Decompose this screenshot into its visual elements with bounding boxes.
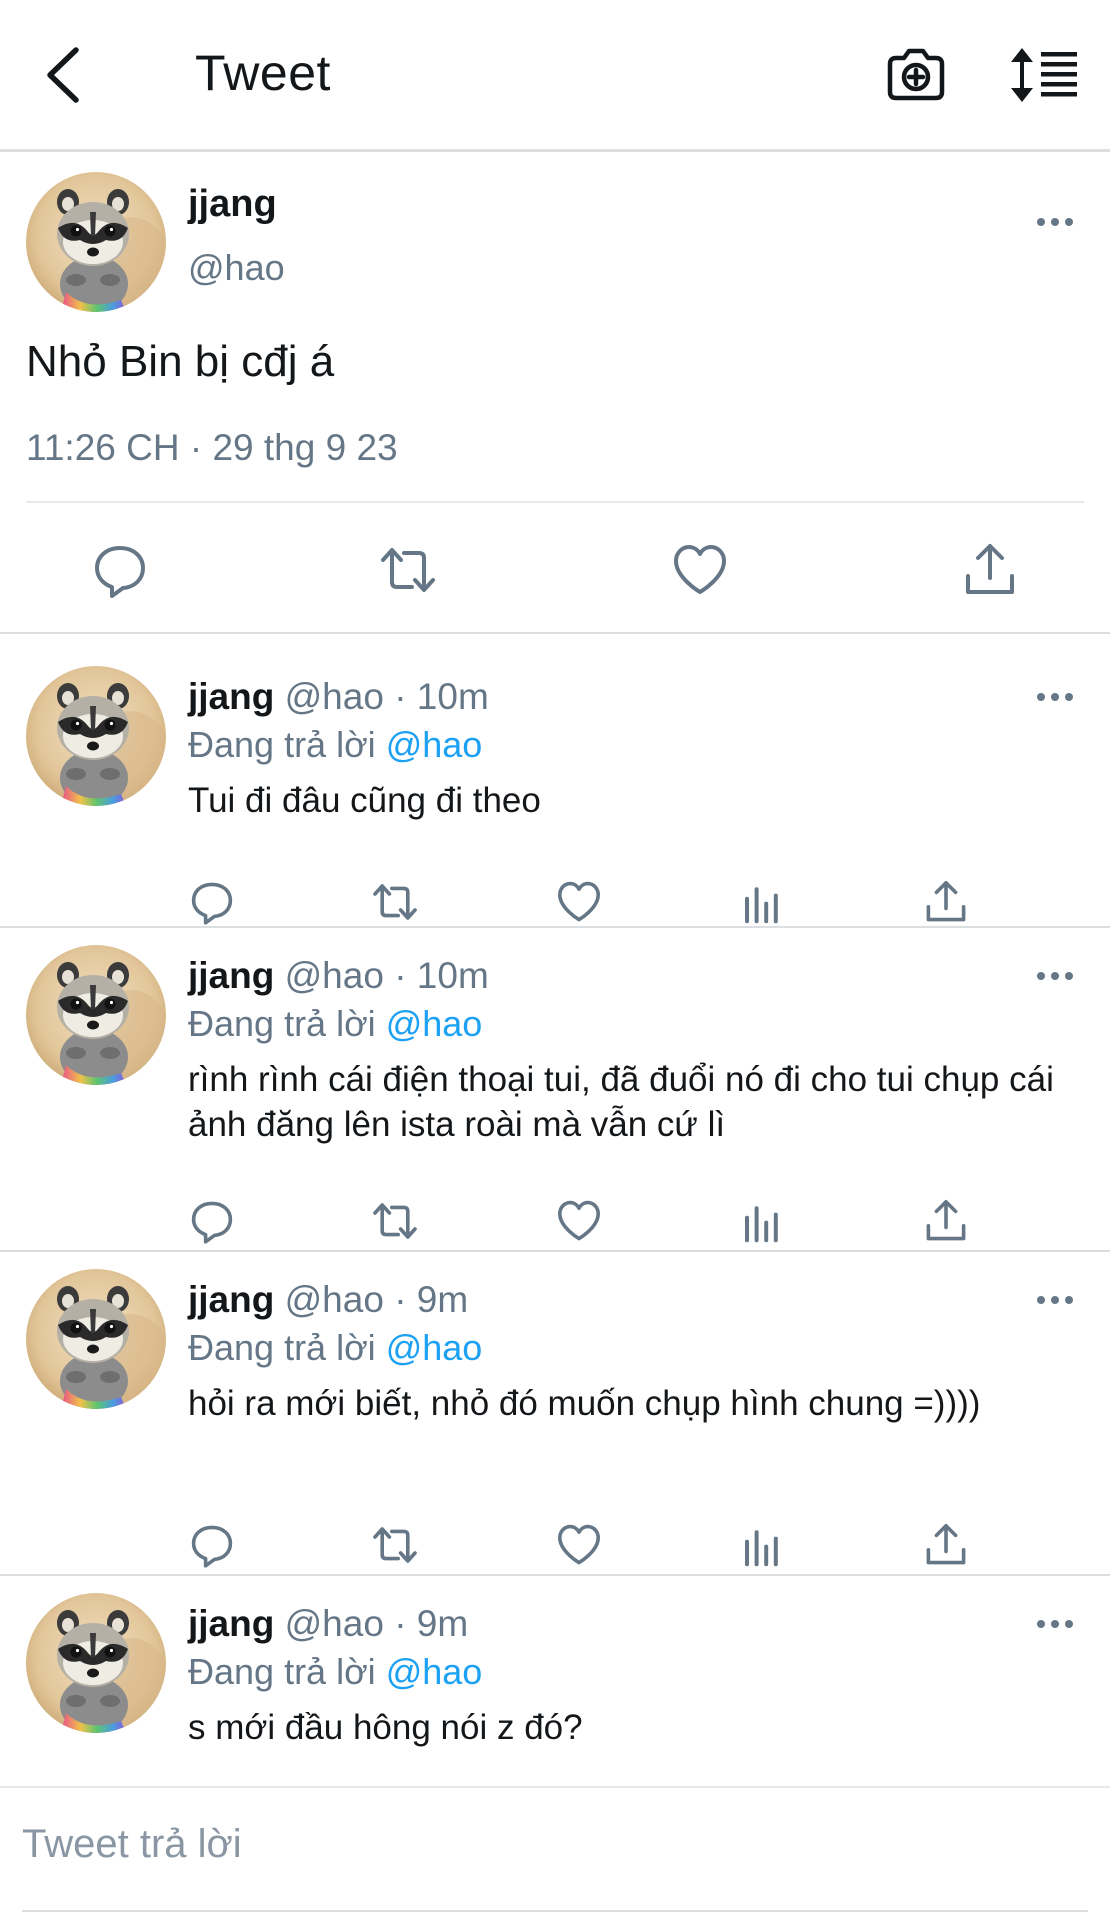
divider (22, 1910, 1088, 1912)
replying-prefix: Đang trả lời (188, 1651, 376, 1692)
more-dots-icon (1035, 1617, 1075, 1631)
reply-tweet[interactable]: jjang @hao · 10m Đang trả lời @hao Tui đ… (0, 636, 1110, 926)
reply-tweet[interactable]: jjang @hao · 9m Đang trả lời @hao s mới … (0, 1563, 1110, 1785)
reply-icon (188, 1521, 236, 1569)
camera-plus-icon (885, 46, 947, 104)
replying-to: Đang trả lời @hao (188, 1651, 482, 1693)
share-button[interactable] (922, 1197, 970, 1245)
tweet-text: rình rình cái điện thoại tui, đã đuổi nó… (188, 1060, 1054, 1144)
tweet-timestamp: 11:26 CH · 29 thg 9 23 (26, 427, 398, 468)
author-name[interactable]: jjang (188, 183, 277, 226)
avatar[interactable] (26, 1269, 166, 1409)
share-button[interactable] (960, 540, 1020, 600)
reply-button[interactable] (90, 540, 150, 600)
avatar[interactable] (26, 172, 166, 312)
replying-to: Đang trả lời @hao (188, 724, 482, 766)
tweet-text: hỏi ra mới biết, nhỏ đó muốn chụp hình c… (188, 1384, 981, 1423)
more-dots-icon (1035, 215, 1075, 229)
analytics-button[interactable] (739, 1197, 787, 1245)
main-tweet: jjang @hao Nhỏ Bin bị cđj á 11:26 CH · 2… (0, 155, 1110, 633)
analytics-icon (739, 1197, 787, 1245)
reply-header: jjang @hao · 9m (188, 1603, 468, 1645)
retweet-icon (378, 540, 438, 600)
reply-button[interactable] (188, 1521, 236, 1569)
retweet-icon (371, 1197, 419, 1245)
more-dots-icon (1035, 1293, 1075, 1307)
retweet-button[interactable] (378, 540, 438, 600)
share-icon (960, 540, 1020, 600)
more-options-button[interactable] (1035, 215, 1075, 229)
retweet-icon (371, 1521, 419, 1569)
replying-prefix: Đang trả lời (188, 724, 376, 765)
tweet-text: Tui đi đâu cũng đi theo (188, 781, 541, 820)
mention-link[interactable]: @hao (386, 1003, 483, 1044)
reply-icon (188, 1197, 236, 1245)
author-meta: @hao · 9m (284, 1603, 469, 1644)
page-title: Tweet (195, 45, 331, 101)
analytics-button[interactable] (739, 1521, 787, 1569)
author-meta: @hao · 10m (284, 676, 489, 717)
more-dots-icon (1035, 690, 1075, 704)
mention-link[interactable]: @hao (386, 724, 483, 765)
reply-tweet[interactable]: jjang @hao · 9m Đang trả lời @hao hỏi ra… (0, 1239, 1110, 1574)
sort-list-icon (1008, 46, 1080, 104)
camera-button[interactable] (885, 46, 947, 104)
back-button[interactable] (38, 44, 88, 106)
replying-to: Đang trả lời @hao (188, 1327, 482, 1369)
like-button[interactable] (670, 540, 730, 600)
author-meta: @hao · 9m (284, 1279, 469, 1320)
avatar[interactable] (26, 945, 166, 1085)
retweet-button[interactable] (371, 1197, 419, 1245)
like-icon (555, 1197, 603, 1245)
more-dots-icon (1035, 969, 1075, 983)
divider (26, 501, 1084, 503)
reply-button[interactable] (188, 1197, 236, 1245)
replying-to: Đang trả lời @hao (188, 1003, 482, 1045)
reply-header: jjang @hao · 10m (188, 955, 489, 997)
reply-tweet[interactable]: jjang @hao · 10m Đang trả lời @hao rình … (0, 915, 1110, 1250)
author-name[interactable]: jjang (188, 955, 274, 996)
reply-header: jjang @hao · 9m (188, 1279, 468, 1321)
reply-header: jjang @hao · 10m (188, 676, 489, 718)
top-nav-bar: Tweet (0, 0, 1110, 152)
sort-button[interactable] (1008, 46, 1080, 104)
mention-link[interactable]: @hao (386, 1651, 483, 1692)
author-meta: @hao · 10m (284, 955, 489, 996)
replying-prefix: Đang trả lời (188, 1003, 376, 1044)
more-options-button[interactable] (1035, 690, 1075, 704)
share-icon (922, 1197, 970, 1245)
chevron-left-icon (38, 44, 88, 106)
retweet-button[interactable] (371, 1521, 419, 1569)
reply-input[interactable]: Tweet trả lời (22, 1822, 242, 1867)
reply-composer[interactable]: Tweet trả lời (0, 1786, 1110, 1920)
author-handle[interactable]: @hao (188, 247, 285, 289)
replying-prefix: Đang trả lời (188, 1327, 376, 1368)
share-button[interactable] (922, 1521, 970, 1569)
avatar[interactable] (26, 666, 166, 806)
reply-icon (90, 540, 150, 600)
author-name[interactable]: jjang (188, 1279, 274, 1320)
like-button[interactable] (555, 1521, 603, 1569)
like-icon (670, 540, 730, 600)
share-icon (922, 1521, 970, 1569)
like-button[interactable] (555, 1197, 603, 1245)
like-icon (555, 1521, 603, 1569)
more-options-button[interactable] (1035, 969, 1075, 983)
mention-link[interactable]: @hao (386, 1327, 483, 1368)
tweet-text: s mới đầu hông nói z đó? (188, 1708, 583, 1747)
avatar[interactable] (26, 1593, 166, 1733)
author-name[interactable]: jjang (188, 1603, 274, 1644)
more-options-button[interactable] (1035, 1617, 1075, 1631)
divider (0, 632, 1110, 634)
more-options-button[interactable] (1035, 1293, 1075, 1307)
author-name[interactable]: jjang (188, 676, 274, 717)
analytics-icon (739, 1521, 787, 1569)
tweet-text: Nhỏ Bin bị cđj á (26, 337, 335, 386)
